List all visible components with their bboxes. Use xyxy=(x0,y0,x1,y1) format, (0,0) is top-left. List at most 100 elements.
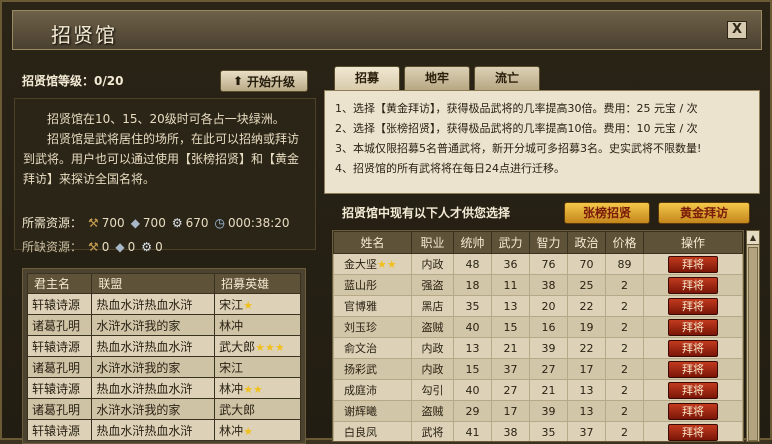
wood-icon: ⚒ xyxy=(88,239,99,254)
politics-cell: 25 xyxy=(567,274,606,296)
hire-button[interactable]: 拜将 xyxy=(668,339,718,357)
hero-cell: 林冲 xyxy=(214,314,301,336)
price-cell: 89 xyxy=(605,253,644,275)
force-cell: 21 xyxy=(491,337,530,359)
hire-button[interactable]: 拜将 xyxy=(668,423,718,441)
hero-name-cell: 蓝山彤 xyxy=(333,274,412,296)
intel-cell: 35 xyxy=(529,421,568,441)
lord-cell: 轩辕诗源 xyxy=(26,293,93,315)
hire-button[interactable]: 拜将 xyxy=(668,360,718,378)
table-row: 官博雅 黑店 35 13 20 22 2 拜将 xyxy=(333,295,743,317)
column-header-hero: 招募英雄 xyxy=(214,273,301,294)
intel-cell: 39 xyxy=(529,337,568,359)
iron-icon: ⚙ xyxy=(141,239,153,254)
table-row: 扬彩武 内政 15 37 27 17 2 拜将 xyxy=(333,358,743,380)
clock-icon: ◷ xyxy=(214,215,225,230)
close-button[interactable]: X xyxy=(727,21,747,39)
tab-recruit[interactable]: 招募 xyxy=(334,66,400,90)
hire-button[interactable]: 拜将 xyxy=(668,402,718,420)
politics-cell: 22 xyxy=(567,295,606,317)
alliance-cell: 水浒水浒我的家 xyxy=(91,314,216,336)
wood-amount: 700 xyxy=(101,215,125,230)
upgrade-button[interactable]: ⬆ 开始升级 xyxy=(220,70,308,92)
job-cell: 勾引 xyxy=(411,379,454,401)
hire-button[interactable]: 拜将 xyxy=(668,297,718,315)
force-cell: 11 xyxy=(491,274,530,296)
hero-table-scrollbar[interactable]: ▲ xyxy=(746,230,760,442)
job-cell: 内政 xyxy=(411,358,454,380)
column-header-job: 职业 xyxy=(411,231,454,254)
intel-cell: 38 xyxy=(529,274,568,296)
politics-cell: 70 xyxy=(567,253,606,275)
price-cell: 2 xyxy=(605,421,644,441)
force-cell: 13 xyxy=(491,295,530,317)
hero-cell: 武大郎 xyxy=(214,398,301,420)
force-cell: 15 xyxy=(491,316,530,338)
lead-cell: 41 xyxy=(453,421,492,441)
iron-icon: ⚙ xyxy=(171,215,183,230)
intel-cell: 21 xyxy=(529,379,568,401)
politics-cell: 13 xyxy=(567,379,606,401)
tab-dungeon[interactable]: 地牢 xyxy=(404,66,470,90)
table-row: 轩辕诗源 热血水浒热血水浒 武大郎★★★ xyxy=(26,335,301,357)
hero-name: 扬彩武 xyxy=(344,363,377,376)
hire-button[interactable]: 拜将 xyxy=(668,255,718,273)
table-row: 诸葛孔明 水浒水浒我的家 林冲 xyxy=(26,314,301,336)
intel-cell: 39 xyxy=(529,400,568,422)
hero-name-cell: 白良凤 xyxy=(333,421,412,441)
intel-cell: 16 xyxy=(529,316,568,338)
hall-level: 招贤馆等级：0/20 xyxy=(22,74,124,88)
hero-name: 林冲 xyxy=(219,423,244,438)
hero-name: 刘玉珍 xyxy=(344,321,377,334)
politics-cell: 17 xyxy=(567,358,606,380)
action-cell: 拜将 xyxy=(643,253,743,275)
lead-cell: 18 xyxy=(453,274,492,296)
rule-line: 1、选择【黄金拜访】，获得极品武将的几率提高30倍。费用：25 元宝 / 次 xyxy=(335,102,698,115)
job-cell: 内政 xyxy=(411,337,454,359)
stone-icon: ◆ xyxy=(115,239,125,254)
lead-cell: 13 xyxy=(453,337,492,359)
required-resources-row: 所需资源： ⚒ 700 ◆ 700 ⚙ 670 ◷ 000:38:20 xyxy=(22,214,290,231)
alliance-cell: 热血水浒热血水浒 xyxy=(91,335,216,357)
tab-exile[interactable]: 流亡 xyxy=(474,66,540,90)
huangjin-button[interactable]: 黄金拜访 xyxy=(658,202,750,224)
table-row: 轩辕诗源 热血水浒热血水浒 宋江★ xyxy=(26,293,301,315)
alliance-cell: 热血水浒热血水浒 xyxy=(91,419,216,441)
table-row: 金大坚★★ 内政 48 36 76 70 89 拜将 xyxy=(333,253,743,275)
alliance-cell: 水浒水浒我的家 xyxy=(91,398,216,420)
description-line: 招贤馆是武将居住的场所，在此可以招纳或拜访到武将。用户也可以通过使用【张榜招贤】… xyxy=(23,132,300,186)
intel-cell: 20 xyxy=(529,295,568,317)
column-header-name: 姓名 xyxy=(333,231,412,254)
star-icon: ★★★ xyxy=(255,340,285,354)
hero-name-cell: 俞文治 xyxy=(333,337,412,359)
job-cell: 黑店 xyxy=(411,295,454,317)
hero-table: 姓名 职业 统帅 武力 智力 政治 价格 操作 金大坚★★ 内政 48 36 76 70 8… xyxy=(332,230,744,442)
hire-button[interactable]: 拜将 xyxy=(668,381,718,399)
lord-cell: 诸葛孔明 xyxy=(26,314,93,336)
table-row: 刘玉珍 盗贼 40 15 16 19 2 拜将 xyxy=(333,316,743,338)
job-cell: 盗贼 xyxy=(411,400,454,422)
star-icon: ★★ xyxy=(377,258,397,271)
hero-name: 蓝山彤 xyxy=(344,279,377,292)
table-row: 轩辕诗源 热血水浒热血水浒 林冲★★ xyxy=(26,377,301,399)
required-label: 所需资源： xyxy=(22,216,83,230)
missing-resources-row: 所缺资源： ⚒ 0 ◆ 0 ⚙ 0 xyxy=(22,238,163,255)
missing-wood-amount: 0 xyxy=(101,239,110,254)
zhangbang-button[interactable]: 张榜招贤 xyxy=(564,202,650,224)
hero-name: 谢辉曦 xyxy=(344,405,377,418)
scroll-thumb[interactable] xyxy=(748,247,758,441)
action-cell: 拜将 xyxy=(643,400,743,422)
hire-button[interactable]: 拜将 xyxy=(668,276,718,294)
scroll-up-icon[interactable]: ▲ xyxy=(747,231,759,245)
star-icon: ★ xyxy=(243,298,254,312)
recruit-hall-window: 招贤馆 X 招贤馆等级：0/20 ⬆ 开始升级 招贤馆在10、15、20级时可各… xyxy=(0,0,772,444)
lead-cell: 15 xyxy=(453,358,492,380)
hero-name: 宋江 xyxy=(219,360,244,375)
hire-button[interactable]: 拜将 xyxy=(668,318,718,336)
table-row: 成庭沛 勾引 40 27 21 13 2 拜将 xyxy=(333,379,743,401)
action-cell: 拜将 xyxy=(643,421,743,441)
action-cell: 拜将 xyxy=(643,379,743,401)
column-header-politics: 政治 xyxy=(567,231,606,254)
price-cell: 2 xyxy=(605,316,644,338)
table-row: 诸葛孔明 水浒水浒我的家 宋江 xyxy=(26,356,301,378)
